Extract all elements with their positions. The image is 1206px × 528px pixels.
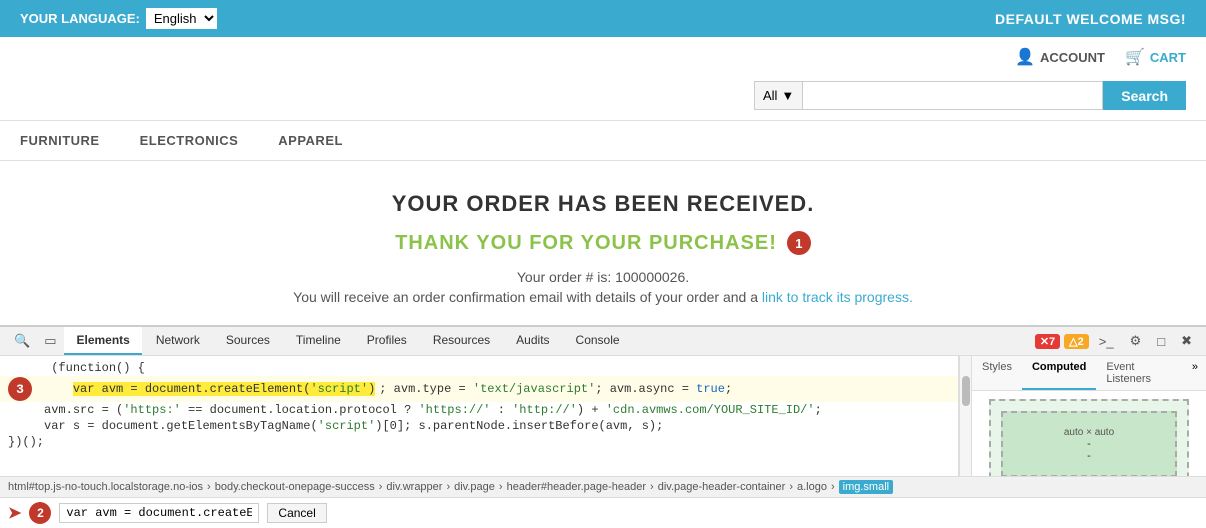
nav-item-apparel[interactable]: APPAREL — [278, 133, 343, 148]
box-model-dash2: - — [1087, 450, 1091, 462]
cancel-button[interactable]: Cancel — [267, 503, 326, 523]
breadcrumb-html[interactable]: html#top.js-no-touch.localstorage.no-ios — [8, 481, 203, 493]
search-input[interactable] — [803, 81, 1103, 110]
styles-tab-event-listeners[interactable]: Event Listeners — [1096, 356, 1184, 390]
annotation-badge-1: 1 — [787, 231, 811, 255]
tab-elements[interactable]: Elements — [64, 327, 141, 355]
tab-network[interactable]: Network — [144, 327, 212, 355]
devtools-toolbar-right: ✕7 △2 >_ ⚙ □ ✖ — [1035, 329, 1198, 353]
nav-item-electronics[interactable]: ELECTRONICS — [140, 133, 239, 148]
code-line-2: 3 var avm = document.createElement('scri… — [0, 376, 958, 402]
order-received-title: YOUR ORDER HAS BEEN RECEIVED. — [20, 191, 1186, 217]
annotation-badge-3: 3 — [8, 377, 32, 401]
styles-more[interactable]: » — [1184, 356, 1206, 390]
box-model-area: auto × auto - - — [972, 391, 1206, 476]
warn-badge: △2 — [1064, 334, 1089, 349]
bottom-bar: ➤ 2 Cancel — [0, 497, 1206, 528]
code-scrollbar[interactable] — [959, 356, 971, 476]
code-area: (function() { 3 var avm = document.creat… — [0, 356, 971, 476]
box-model-dash1: - — [1087, 438, 1091, 450]
search-category-dropdown[interactable]: All ▼ — [754, 81, 803, 110]
breadcrumb-logo[interactable]: a.logo — [797, 481, 827, 493]
tab-resources[interactable]: Resources — [421, 327, 502, 355]
search-button[interactable]: Search — [1103, 81, 1186, 110]
main-nav: FURNITURE ELECTRONICS APPAREL — [0, 120, 1206, 161]
devtools-tabs: 🔍 ▭ Elements Network Sources Timeline Pr… — [0, 327, 1206, 356]
tab-timeline[interactable]: Timeline — [284, 327, 353, 355]
dock-icon[interactable]: □ — [1151, 330, 1171, 353]
devtools-panel: 🔍 ▭ Elements Network Sources Timeline Pr… — [0, 325, 1206, 528]
console-prompt-icon[interactable]: >_ — [1093, 330, 1120, 353]
cart-label: CART — [1150, 50, 1186, 65]
code-panel[interactable]: (function() { 3 var avm = document.creat… — [0, 356, 959, 476]
header: 👤 ACCOUNT 🛒 CART All ▼ Search — [0, 37, 1206, 120]
cart-link[interactable]: 🛒 CART — [1125, 47, 1186, 67]
main-content: YOUR ORDER HAS BEEN RECEIVED. THANK YOU … — [0, 161, 1206, 325]
code-line-1: (function() { — [0, 360, 958, 376]
error-badge: ✕7 — [1035, 334, 1060, 349]
styles-tab-computed[interactable]: Computed — [1022, 356, 1096, 390]
breadcrumb-page[interactable]: div.page — [454, 481, 495, 493]
account-label: ACCOUNT — [1040, 50, 1105, 65]
mobile-icon[interactable]: ▭ — [38, 329, 62, 353]
order-confirm: You will receive an order confirmation e… — [20, 289, 1186, 305]
tab-sources[interactable]: Sources — [214, 327, 282, 355]
bottom-console-input[interactable] — [59, 503, 259, 523]
breadcrumb-body[interactable]: body.checkout-onepage-success — [215, 481, 375, 493]
thank-you-row: THANK YOU FOR YOUR PURCHASE! 1 — [20, 231, 1186, 255]
box-model: auto × auto - - — [989, 399, 1189, 476]
arrow-right-icon: ➤ — [8, 503, 21, 523]
account-link[interactable]: 👤 ACCOUNT — [1015, 47, 1105, 67]
search-bar: All ▼ Search — [20, 75, 1186, 120]
nav-item-furniture[interactable]: FURNITURE — [20, 133, 100, 148]
styles-panel: Styles Computed Event Listeners » auto ×… — [971, 356, 1206, 476]
track-link[interactable]: link to track its progress. — [762, 289, 913, 305]
scrollbar-thumb — [962, 376, 970, 406]
annotation-badge-2: 2 — [29, 502, 51, 524]
chevron-down-icon: ▼ — [781, 88, 794, 103]
category-label: All — [763, 88, 777, 103]
more-icon[interactable]: ✖ — [1175, 329, 1198, 353]
code-line-4: var s = document.getElementsByTagName('s… — [0, 418, 958, 434]
tab-audits[interactable]: Audits — [504, 327, 561, 355]
styles-panel-tabs: Styles Computed Event Listeners » — [972, 356, 1206, 391]
box-model-size-label: auto × auto — [1064, 427, 1114, 438]
box-model-inner: auto × auto - - — [1001, 411, 1177, 476]
code-line-3: avm.src = ('https:' == document.location… — [0, 402, 958, 418]
breadcrumb-header[interactable]: header#header.page-header — [507, 481, 646, 493]
language-label: YOUR LANGUAGE: — [20, 11, 140, 26]
settings-icon[interactable]: ⚙ — [1124, 329, 1148, 353]
code-line-5: })(); — [0, 434, 958, 450]
order-number-text: Your order # is: 100000026. — [517, 269, 689, 285]
devtools-body: (function() { 3 var avm = document.creat… — [0, 356, 1206, 476]
welcome-message: DEFAULT WELCOME MSG! — [995, 11, 1186, 27]
top-bar: YOUR LANGUAGE: English DEFAULT WELCOME M… — [0, 0, 1206, 37]
header-top: 👤 ACCOUNT 🛒 CART — [20, 47, 1186, 75]
styles-tab-styles[interactable]: Styles — [972, 356, 1022, 390]
order-info: Your order # is: 100000026. — [20, 269, 1186, 285]
breadcrumb-container[interactable]: div.page-header-container — [658, 481, 786, 493]
tab-profiles[interactable]: Profiles — [355, 327, 419, 355]
track-link-text: link to track its progress. — [762, 289, 913, 305]
cart-icon: 🛒 — [1125, 47, 1145, 67]
breadcrumb-bar: html#top.js-no-touch.localstorage.no-ios… — [0, 476, 1206, 497]
tab-console[interactable]: Console — [564, 327, 632, 355]
user-icon: 👤 — [1015, 47, 1035, 67]
code-lines: (function() { 3 var avm = document.creat… — [0, 360, 958, 450]
breadcrumb-img[interactable]: img.small — [839, 480, 893, 494]
language-select[interactable]: English — [146, 8, 217, 29]
confirm-text: You will receive an order confirmation e… — [293, 289, 762, 305]
breadcrumb-wrapper[interactable]: div.wrapper — [386, 481, 442, 493]
magnifier-icon[interactable]: 🔍 — [8, 329, 36, 353]
thank-you-text: THANK YOU FOR YOUR PURCHASE! — [395, 232, 777, 255]
